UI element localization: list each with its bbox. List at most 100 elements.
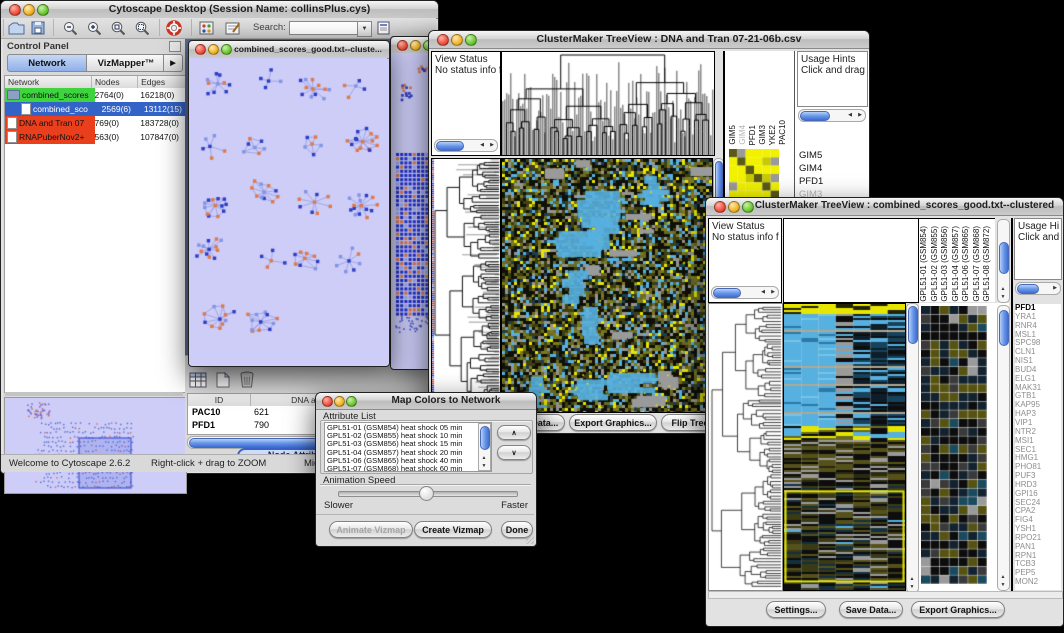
heatmap-vscrollbar[interactable]: ▲ ▼ [906, 303, 919, 593]
scroll-right-arrow[interactable]: ▶ [487, 142, 497, 149]
open-file-icon[interactable] [8, 21, 25, 35]
float-panel-icon[interactable] [169, 41, 181, 52]
minimize-button[interactable] [728, 201, 740, 213]
zoom-fit-icon[interactable] [111, 21, 127, 36]
minimize-button[interactable] [334, 396, 345, 407]
scrollbar-thumb[interactable] [713, 288, 741, 298]
scrollbar-thumb[interactable] [436, 141, 464, 151]
network-canvas[interactable] [189, 58, 387, 364]
scroll-left-arrow[interactable]: ◀ [477, 142, 487, 149]
dialog-button[interactable]: Animate Vizmap [329, 521, 413, 538]
scroll-up-arrow[interactable]: ▲ [998, 574, 1008, 581]
selection-heatmap[interactable] [921, 306, 987, 584]
treeview1-titlebar[interactable]: ClusterMaker TreeView : DNA and Tran 07-… [429, 31, 869, 49]
cluster-submatrix[interactable] [729, 149, 779, 199]
view-status-hscrollbar[interactable]: ◀ ▶ [434, 139, 498, 152]
treeview-button[interactable]: Save Data... [839, 601, 903, 618]
zoom-out-icon[interactable] [63, 21, 79, 36]
scrollbar-thumb[interactable] [800, 111, 830, 121]
network-table-row[interactable]: DNA and Tran 07 769(0) 183728(0) [5, 116, 186, 130]
help-lifesaver-icon[interactable] [166, 20, 183, 36]
treeview-button[interactable]: Settings... [766, 601, 826, 618]
close-button[interactable] [195, 44, 206, 55]
speed-slider-thumb[interactable] [419, 486, 434, 501]
treeview-button[interactable]: Export Graphics... [569, 414, 657, 431]
treeview2-titlebar[interactable]: ClusterMaker TreeView : combined_scores_… [706, 198, 1063, 216]
scroll-down-arrow[interactable]: ▼ [998, 294, 1008, 301]
main-heatmap[interactable] [783, 303, 906, 591]
zoom-in-icon[interactable] [87, 21, 103, 36]
tab-overflow-arrow[interactable]: ▶ [163, 54, 183, 72]
scroll-left-arrow[interactable]: ◀ [845, 112, 855, 119]
zoom-button[interactable] [221, 44, 232, 55]
zoom-button[interactable] [346, 396, 357, 407]
dialog-titlebar[interactable]: Map Colors to Network [316, 393, 536, 410]
minimize-button[interactable] [23, 4, 35, 16]
scrollbar-thumb[interactable] [999, 310, 1009, 346]
delete-attribute-icon[interactable] [238, 370, 256, 389]
dialog-button[interactable]: Create Vizmap [414, 521, 492, 538]
control-panel-tab[interactable]: Network [7, 54, 87, 72]
new-attribute-icon[interactable] [215, 372, 231, 389]
birdseye-view[interactable] [4, 397, 187, 494]
gene-dendrogram[interactable] [431, 158, 501, 413]
scroll-right-arrow[interactable]: ▶ [768, 289, 778, 296]
plugin-manager-icon[interactable] [199, 21, 215, 35]
treeview-button[interactable]: Export Graphics... [911, 601, 1005, 618]
network-window-titlebar[interactable]: combined_scores_good.txt--cluste... [189, 41, 389, 59]
zoom-region-icon[interactable] [135, 21, 151, 36]
gene-dendrogram[interactable] [708, 303, 783, 591]
close-button[interactable] [397, 40, 408, 51]
close-button[interactable] [437, 34, 449, 46]
scroll-right-arrow[interactable]: ▶ [1050, 285, 1060, 292]
close-button[interactable] [714, 201, 726, 213]
scroll-up-arrow[interactable]: ▲ [907, 576, 917, 583]
labels-vscrollbar[interactable]: ▲ ▼ [997, 219, 1010, 303]
save-icon[interactable] [31, 21, 46, 35]
move-down-button[interactable]: ∨ [497, 445, 531, 460]
attribute-item[interactable]: GPL51-07 (GSM868) heat shock 60 min [327, 465, 489, 472]
search-dropdown-arrow[interactable]: ▼ [357, 21, 372, 37]
main-heatmap[interactable] [501, 158, 713, 413]
move-up-button[interactable]: ∧ [497, 425, 531, 440]
scroll-down-arrow[interactable]: ▼ [479, 463, 489, 470]
scroll-down-arrow[interactable]: ▼ [907, 584, 917, 591]
table-icon[interactable] [189, 372, 208, 389]
split-handle[interactable] [5, 392, 183, 396]
usage-hints-hscrollbar[interactable]: ▶ [1015, 282, 1061, 295]
scrollbar-thumb[interactable] [999, 242, 1009, 274]
cluster-row-label[interactable]: GIM4 [799, 162, 828, 175]
scroll-left-arrow[interactable]: ◀ [758, 289, 768, 296]
scroll-up-arrow[interactable]: ▲ [479, 455, 489, 462]
heatmap-hscrollbar[interactable] [708, 591, 1063, 599]
view-status-hscrollbar[interactable]: ◀ ▶ [711, 286, 779, 299]
cluster-row-label[interactable]: PFD1 [799, 175, 828, 188]
search-input[interactable] [289, 21, 359, 35]
close-button[interactable] [322, 396, 333, 407]
scroll-right-arrow[interactable]: ▶ [855, 112, 865, 119]
minimize-button[interactable] [208, 44, 219, 55]
attribute-list-vscrollbar[interactable]: ▲ ▼ [478, 423, 491, 471]
minimize-button[interactable] [410, 40, 421, 51]
scrollbar-thumb[interactable] [480, 426, 490, 450]
scrollbar-thumb[interactable] [1017, 284, 1039, 294]
network-table-row[interactable]: combined_sco 2569(6) 13112(15) [5, 102, 186, 116]
array-dendrogram[interactable] [501, 51, 715, 156]
close-button[interactable] [9, 4, 21, 16]
scroll-down-arrow[interactable]: ▼ [998, 582, 1008, 589]
array-dendrogram-area[interactable] [783, 218, 919, 303]
main-titlebar[interactable]: Cytoscape Desktop (Session Name: collins… [1, 1, 438, 19]
annotation-icon[interactable] [225, 21, 242, 35]
control-panel-tab[interactable]: VizMapper™ [86, 54, 166, 72]
scroll-up-arrow[interactable]: ▲ [998, 286, 1008, 293]
minimize-button[interactable] [451, 34, 463, 46]
network-table-row[interactable]: RNAPuberNov2+ 563(0) 107847(0) [5, 130, 186, 144]
genes-vscrollbar[interactable]: ▲ ▼ [997, 305, 1010, 591]
scrollbar-thumb[interactable] [908, 306, 918, 344]
search-index-icon[interactable] [377, 21, 393, 35]
cluster-row-label[interactable]: GIM5 [799, 149, 828, 162]
resize-grip[interactable] [526, 536, 534, 544]
usage-hints-hscrollbar[interactable]: ◀ ▶ [798, 109, 866, 122]
network-table-row[interactable]: combined_scores 2764(0) 16218(0) [5, 88, 186, 102]
gene-label[interactable]: MON2 [1015, 578, 1061, 587]
